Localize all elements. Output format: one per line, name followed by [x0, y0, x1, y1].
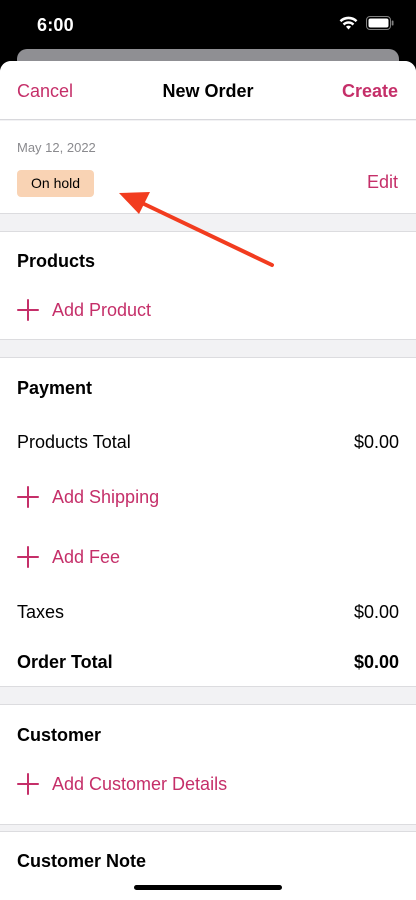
add-shipping-label: Add Shipping — [52, 486, 160, 507]
products-section: Products Add Product — [0, 231, 416, 340]
add-fee-button[interactable]: Add Fee — [17, 546, 120, 568]
add-customer-details-label: Add Customer Details — [52, 773, 228, 794]
new-order-sheet: Cancel New Order Create May 12, 2022 On … — [0, 61, 416, 900]
edit-status-button[interactable]: Edit — [367, 172, 398, 193]
products-title: Products — [17, 251, 96, 271]
customer-section: Customer Add Customer Details — [0, 704, 416, 825]
products-total-value: $0.00 — [353, 432, 399, 452]
add-product-button[interactable]: Add Product — [17, 299, 151, 321]
status-icons — [339, 16, 394, 35]
add-fee-label: Add Fee — [52, 546, 121, 567]
navigation-bar: Cancel New Order Create — [0, 61, 416, 120]
order-status-section: May 12, 2022 On hold Edit — [0, 121, 416, 214]
status-bar: 6:00 — [0, 0, 416, 50]
add-product-label: Add Product — [52, 299, 152, 320]
plus-icon — [17, 546, 39, 568]
order-total-row: Order Total $0.00 — [17, 652, 399, 673]
battery-icon — [366, 16, 394, 35]
order-total-value: $0.00 — [353, 652, 399, 672]
customer-title: Customer — [17, 725, 102, 745]
customer-note-title: Customer Note — [17, 851, 147, 871]
products-total-row: Products Total $0.00 — [17, 432, 399, 453]
products-total-label: Products Total — [17, 432, 131, 452]
add-customer-details-button[interactable]: Add Customer Details — [17, 773, 227, 795]
create-button[interactable]: Create — [342, 81, 398, 102]
plus-icon — [17, 299, 39, 321]
order-date: May 12, 2022 — [17, 140, 96, 155]
wifi-icon — [339, 16, 358, 35]
taxes-value: $0.00 — [353, 602, 399, 622]
home-indicator[interactable] — [134, 885, 282, 890]
payment-section: Payment Products Total $0.00 Add Shippin… — [0, 357, 416, 687]
plus-icon — [17, 486, 39, 508]
payment-title: Payment — [17, 378, 93, 398]
taxes-row: Taxes $0.00 — [17, 602, 399, 623]
order-total-label: Order Total — [17, 652, 113, 672]
status-badge: On hold — [17, 170, 95, 197]
status-time: 6:00 — [37, 15, 74, 35]
add-shipping-button[interactable]: Add Shipping — [17, 486, 159, 508]
plus-icon — [17, 773, 39, 795]
taxes-label: Taxes — [17, 602, 65, 622]
